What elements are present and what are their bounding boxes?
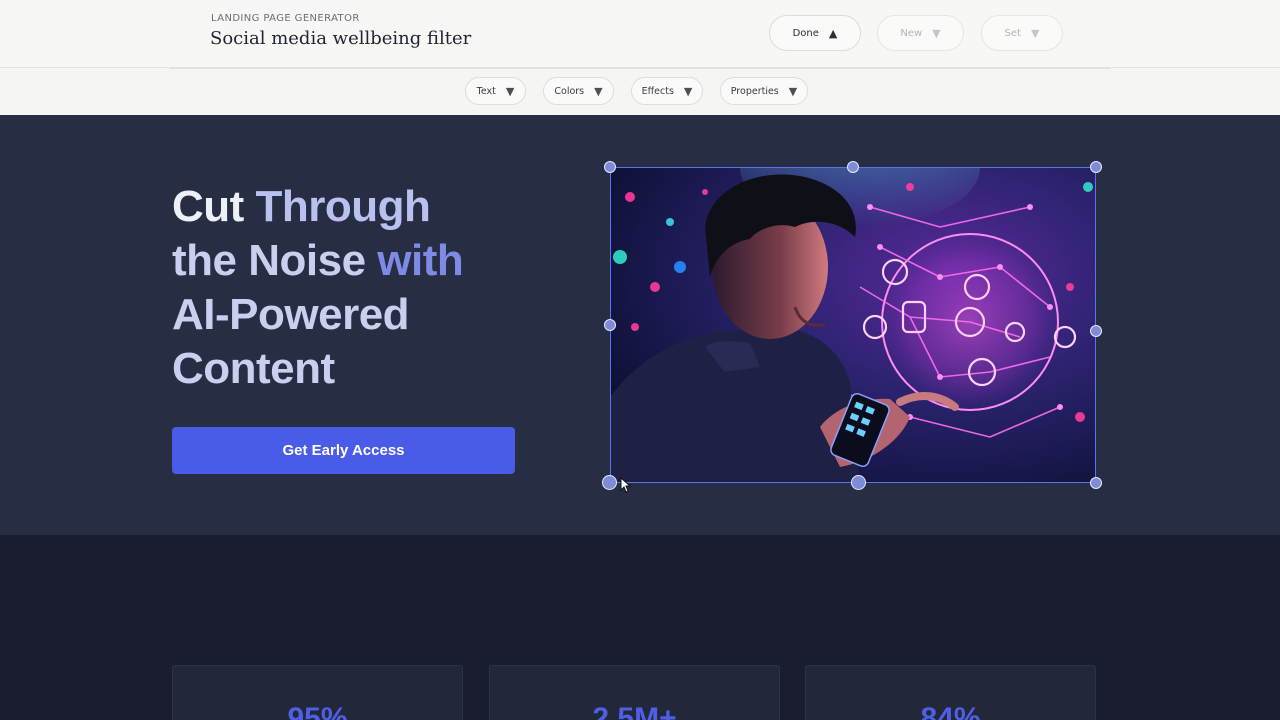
resize-handle-right[interactable]: [1090, 325, 1102, 337]
colors-menu-button[interactable]: Colors ▼: [543, 77, 614, 105]
new-label: New: [900, 27, 923, 39]
stat-card: 95%: [172, 665, 463, 720]
text-menu-button[interactable]: Text ▼: [465, 77, 526, 105]
properties-menu-button[interactable]: Properties ▼: [720, 77, 808, 105]
new-button[interactable]: New ▼: [877, 15, 964, 51]
done-label: Done: [792, 27, 819, 39]
resize-handle-top-left[interactable]: [604, 161, 616, 173]
hero-image[interactable]: [610, 167, 1096, 483]
chevron-down-icon: ▼: [505, 84, 515, 98]
headline-part: AI-Powered: [172, 290, 410, 339]
effects-menu-label: Effects: [641, 85, 674, 97]
set-label: Set: [1004, 27, 1021, 39]
chevron-down-icon: ▼: [683, 84, 693, 98]
properties-menu-label: Properties: [730, 85, 779, 97]
get-early-access-button[interactable]: Get Early Access: [172, 427, 515, 474]
resize-handle-top[interactable]: [847, 161, 859, 173]
text-menu-label: Text: [476, 85, 496, 97]
colors-menu-label: Colors: [554, 85, 585, 97]
app-header: LANDING PAGE GENERATOR Social media well…: [0, 0, 1280, 68]
person-with-phone-network-illustration: [610, 167, 1096, 483]
resize-handle-bottom-right[interactable]: [1090, 477, 1102, 489]
stat-card: 2.5M+: [489, 665, 780, 720]
resize-handle-bottom-left[interactable]: [602, 475, 617, 490]
editor-toolbar: Text ▼ Colors ▼ Effects ▼ Properties ▼: [0, 68, 1280, 115]
headline-part: with: [377, 236, 464, 285]
triangle-up-icon: ▲: [828, 26, 838, 40]
mouse-pointer-icon: [620, 477, 632, 493]
stat-value: 95%: [287, 702, 348, 720]
page-title: Social media wellbeing filter: [210, 28, 472, 49]
stat-card: 84%: [805, 665, 1096, 720]
resize-handle-top-right[interactable]: [1090, 161, 1102, 173]
stat-value: 84%: [920, 702, 981, 720]
headline-part: Through: [255, 182, 431, 231]
triangle-down-icon: ▼: [1030, 26, 1040, 40]
set-button[interactable]: Set ▼: [981, 15, 1063, 51]
toolbar-divider: [170, 68, 1110, 69]
resize-handle-left[interactable]: [604, 319, 616, 331]
done-button[interactable]: Done ▲: [769, 15, 861, 51]
chevron-down-icon: ▼: [788, 84, 798, 98]
headline-part: Cut: [172, 182, 256, 231]
effects-menu-button[interactable]: Effects ▼: [631, 77, 703, 105]
resize-handle-bottom[interactable]: [851, 475, 866, 490]
hero-headline[interactable]: Cut Through the Noise with AI-Powered Co…: [172, 180, 464, 396]
headline-part: the Noise: [172, 236, 378, 285]
headline-part: Content: [172, 344, 335, 393]
stat-value: 2.5M+: [592, 702, 677, 720]
triangle-down-icon: ▼: [932, 26, 941, 40]
app-kicker: LANDING PAGE GENERATOR: [211, 13, 360, 24]
chevron-down-icon: ▼: [594, 84, 603, 98]
